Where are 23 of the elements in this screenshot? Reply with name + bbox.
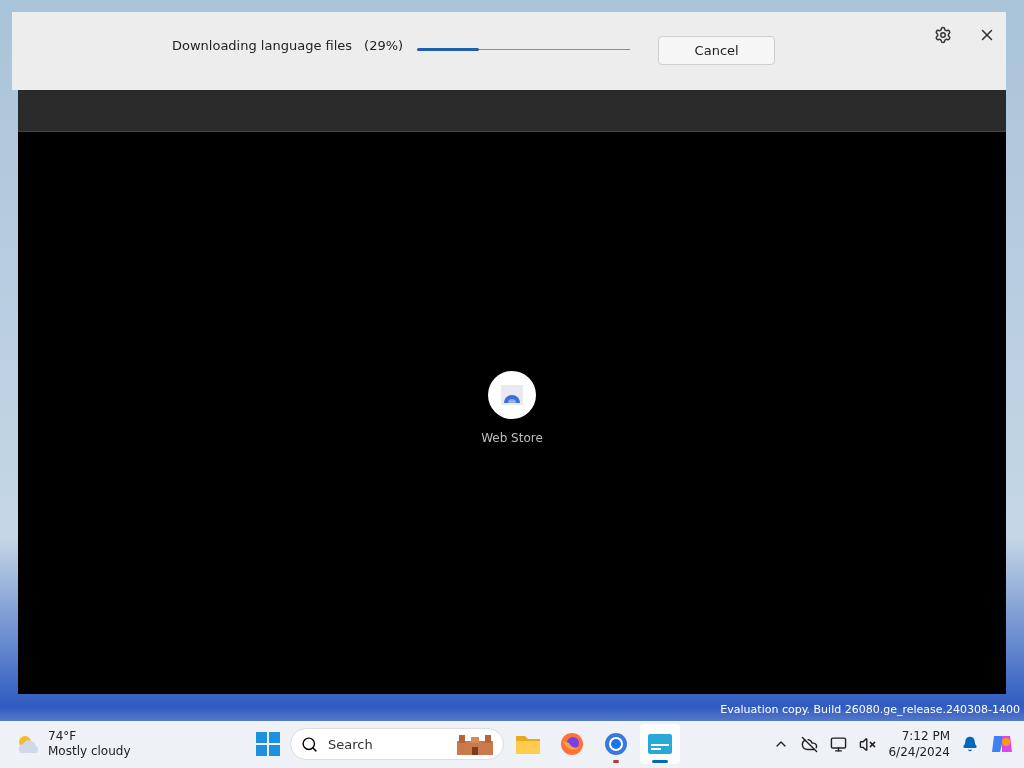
bell-icon[interactable] [962, 736, 978, 753]
muted-speaker-icon[interactable] [859, 735, 877, 753]
taskbar-app[interactable] [640, 724, 680, 765]
monitor-icon[interactable] [830, 735, 848, 753]
evaluation-notice: Evaluation copy. Build 26080.ge_release.240308-1400 [720, 702, 1020, 718]
folder-icon [515, 733, 541, 756]
percent-text: (29%) [364, 38, 404, 53]
search-icon [301, 735, 318, 753]
cancel-button[interactable]: Cancel [658, 36, 776, 65]
settings-icon[interactable] [934, 26, 952, 44]
windows-logo-icon[interactable] [256, 732, 280, 757]
clock[interactable]: 7:12 PM 6/24/2024 [888, 728, 950, 761]
shortcut-label: Web Store [481, 430, 543, 445]
store-icon [501, 384, 523, 405]
shortcut-tile[interactable] [488, 370, 536, 419]
temperature-text: 74°F [48, 729, 78, 745]
cloud-off-icon[interactable] [801, 735, 819, 753]
search-input[interactable]: Search [326, 735, 447, 753]
building-icon [455, 733, 495, 756]
weather-text: Mostly cloudy [48, 744, 131, 760]
status-text: Downloading language files [172, 38, 353, 53]
search-bar[interactable]: Search [290, 728, 504, 761]
window-icon [648, 734, 672, 755]
